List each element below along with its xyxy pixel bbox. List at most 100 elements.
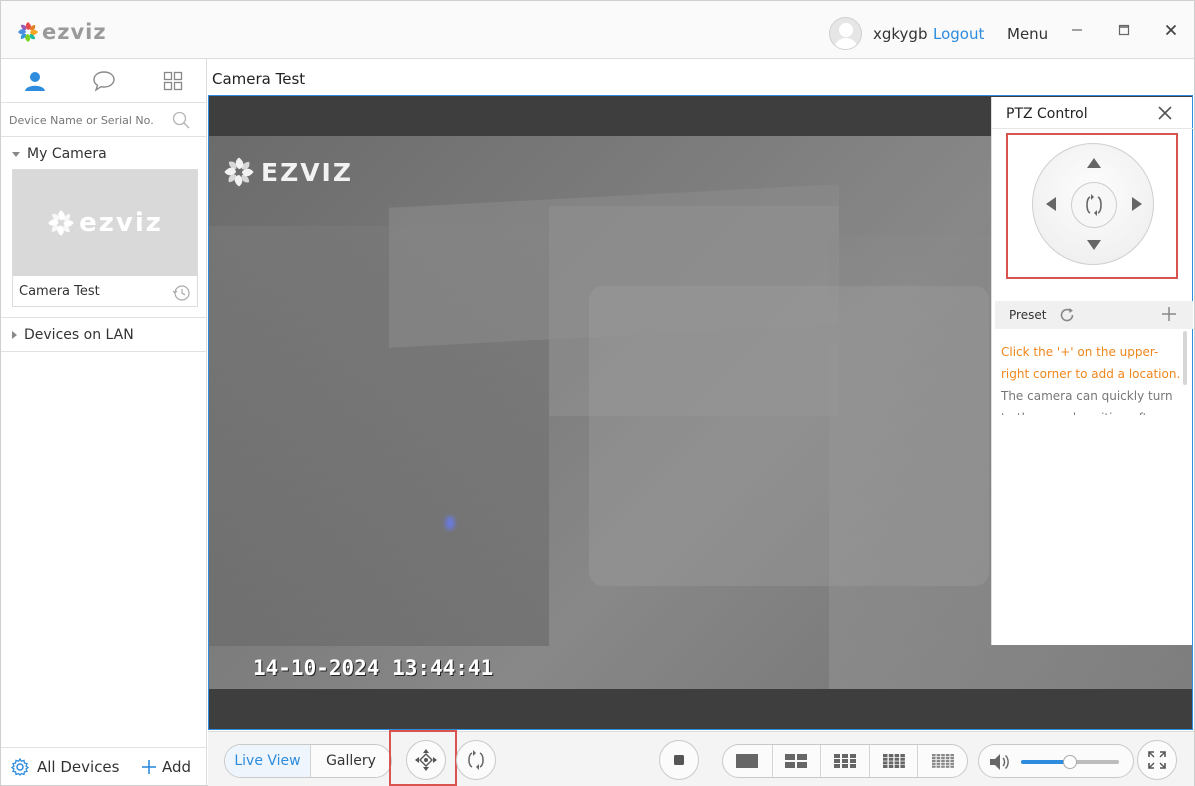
ptz-down-button[interactable] bbox=[1086, 238, 1102, 252]
username: xgkygb bbox=[873, 25, 928, 43]
minimize-icon bbox=[1072, 29, 1082, 31]
video-toolbar: Live View Gallery bbox=[208, 730, 1194, 786]
camera-card[interactable]: ezviz Camera Test bbox=[12, 169, 198, 307]
thumbnail-logo-text: ezviz bbox=[79, 208, 163, 238]
close-icon[interactable] bbox=[1157, 105, 1173, 121]
plus-icon[interactable] bbox=[1161, 306, 1177, 322]
layout-twentyfive-icon bbox=[931, 754, 954, 768]
user-icon bbox=[25, 71, 46, 91]
grid-icon bbox=[163, 71, 182, 90]
ezviz-logo: ezviz bbox=[17, 20, 107, 44]
ezviz-flower-icon bbox=[224, 157, 254, 187]
ptz-direction-icon bbox=[415, 749, 437, 771]
gear-icon bbox=[11, 758, 29, 776]
ptz-title: PTZ Control bbox=[1006, 106, 1088, 122]
video-watermark: EZVIZ bbox=[223, 156, 353, 188]
minimize-button[interactable] bbox=[1067, 21, 1087, 41]
preset-description-text: The camera can quickly turn to the saved… bbox=[1001, 389, 1173, 415]
layout-single-icon bbox=[736, 754, 759, 768]
ezviz-window: ezviz xgkygb Logout Menu Device Name or … bbox=[0, 0, 1195, 786]
feed-light-spot bbox=[445, 516, 455, 530]
sidebar-footer: All Devices Add bbox=[1, 747, 207, 785]
tab-grid[interactable] bbox=[138, 59, 207, 102]
view-mode-switch: Live View Gallery bbox=[224, 744, 392, 778]
layout-nine-icon bbox=[834, 754, 856, 768]
preset-label: Preset bbox=[1009, 308, 1047, 322]
title-bar: ezviz xgkygb Logout Menu bbox=[1, 1, 1194, 59]
ptz-right-button[interactable] bbox=[1129, 197, 1145, 211]
layout-16-button[interactable] bbox=[870, 745, 919, 777]
ptz-rotate-button[interactable] bbox=[1071, 182, 1117, 228]
triangle-left-icon bbox=[1046, 197, 1056, 211]
close-button[interactable] bbox=[1161, 21, 1181, 41]
layout-4-button[interactable] bbox=[773, 745, 822, 777]
device-search-input[interactable] bbox=[9, 109, 169, 131]
triangle-up-icon bbox=[1087, 158, 1101, 168]
avatar-body bbox=[834, 38, 858, 49]
thumbnail-logo: ezviz bbox=[47, 208, 163, 238]
chevron-right-icon bbox=[12, 331, 17, 339]
rotate-icon bbox=[468, 750, 484, 770]
watermark-text: EZVIZ bbox=[261, 157, 353, 187]
rotate-view-button[interactable] bbox=[456, 740, 496, 780]
add-device-button[interactable]: Add bbox=[141, 758, 191, 776]
triangle-down-icon bbox=[1087, 240, 1101, 250]
layout-switch bbox=[722, 744, 968, 778]
sidebar: My Camera ezviz bbox=[1, 59, 207, 785]
layout-9-button[interactable] bbox=[821, 745, 870, 777]
rotate-icon bbox=[1086, 194, 1102, 216]
preset-bar: Preset bbox=[995, 301, 1193, 329]
ptz-up-button[interactable] bbox=[1086, 156, 1102, 170]
volume-slider-handle[interactable] bbox=[1063, 755, 1077, 769]
layout-quad-icon bbox=[785, 754, 808, 768]
ptz-direction-dial bbox=[1032, 143, 1154, 265]
ptz-toggle-button[interactable] bbox=[406, 740, 446, 780]
ptz-dial-highlight bbox=[1006, 133, 1178, 279]
group-my-camera[interactable]: My Camera bbox=[1, 139, 207, 169]
sidebar-tabs bbox=[1, 59, 207, 103]
layout-sixteen-icon bbox=[882, 754, 905, 768]
stop-button[interactable] bbox=[659, 740, 699, 780]
osd-timestamp: 14-10-2024 13:44:41 bbox=[253, 656, 494, 680]
close-icon bbox=[1165, 24, 1177, 36]
camera-title: Camera Test bbox=[212, 70, 306, 88]
live-view-tab[interactable]: Live View bbox=[225, 745, 311, 777]
add-device-label: Add bbox=[162, 758, 192, 776]
fullscreen-icon bbox=[1148, 751, 1166, 769]
device-search bbox=[1, 103, 207, 137]
camera-thumbnail: ezviz bbox=[13, 170, 197, 276]
speaker-icon[interactable] bbox=[989, 753, 1011, 771]
tab-devices[interactable] bbox=[1, 59, 70, 102]
user-avatar[interactable] bbox=[829, 17, 862, 50]
group-devices-on-lan[interactable]: Devices on LAN bbox=[1, 320, 207, 350]
preset-scrollbar[interactable] bbox=[1183, 331, 1187, 385]
maximize-button[interactable] bbox=[1114, 21, 1134, 41]
chat-bubble-icon bbox=[93, 70, 115, 92]
group-devices-on-lan-label: Devices on LAN bbox=[24, 327, 134, 343]
playback-history-icon[interactable] bbox=[171, 283, 191, 303]
triangle-right-icon bbox=[1132, 197, 1142, 211]
gallery-tab[interactable]: Gallery bbox=[311, 745, 391, 777]
volume-slider-track[interactable] bbox=[1021, 755, 1119, 769]
search-icon[interactable] bbox=[172, 111, 190, 129]
maximize-icon bbox=[1118, 24, 1130, 36]
all-devices-label: All Devices bbox=[37, 758, 120, 776]
fullscreen-button[interactable] bbox=[1137, 740, 1177, 780]
ptz-control-panel: PTZ Control Preset Click the '+' on the … bbox=[991, 97, 1193, 645]
layout-1-button[interactable] bbox=[723, 745, 773, 777]
camera-title-bar: Camera Test bbox=[208, 59, 1194, 95]
logo-text: ezviz bbox=[42, 20, 107, 44]
logout-link[interactable]: Logout bbox=[933, 25, 984, 43]
layout-25-button[interactable] bbox=[918, 745, 967, 777]
feed-shape bbox=[589, 286, 989, 586]
menu-button[interactable]: Menu bbox=[1007, 25, 1048, 43]
avatar-head bbox=[839, 23, 853, 37]
tab-messages[interactable] bbox=[70, 59, 139, 102]
chevron-down-icon bbox=[12, 151, 20, 157]
divider bbox=[1, 317, 207, 318]
ptz-left-button[interactable] bbox=[1043, 197, 1059, 211]
all-devices-button[interactable]: All Devices bbox=[11, 758, 119, 776]
refresh-icon[interactable] bbox=[1059, 307, 1075, 323]
preset-hint-text: Click the '+' on the upper-right corner … bbox=[1001, 345, 1181, 381]
volume-control bbox=[978, 744, 1134, 778]
